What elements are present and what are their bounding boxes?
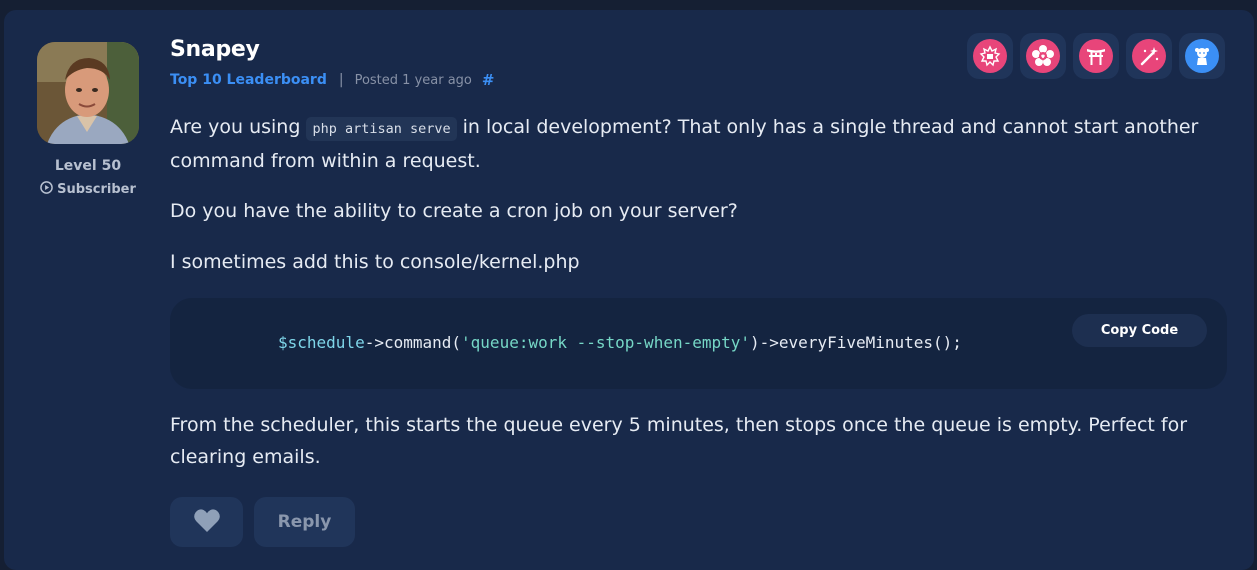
- posted-time: Posted 1 year ago: [354, 72, 472, 88]
- copy-code-button[interactable]: Copy Code: [1072, 314, 1207, 347]
- code-string: 'queue:work --stop-when-empty': [461, 333, 751, 352]
- badge-character[interactable]: [1179, 33, 1225, 79]
- inline-code: php artisan serve: [306, 117, 457, 141]
- flower-badge-icon: [1026, 39, 1060, 73]
- like-button[interactable]: [170, 497, 243, 547]
- achievement-badges: [967, 33, 1225, 79]
- code-chain: )->everyFiveMinutes();: [750, 333, 962, 352]
- code-block: $schedule->command('queue:work --stop-wh…: [170, 298, 1227, 389]
- subscriber-badge: Subscriber: [28, 181, 148, 198]
- subscriber-label: Subscriber: [57, 182, 136, 197]
- character-badge-icon: [1185, 39, 1219, 73]
- emblem-badge-icon: [973, 39, 1007, 73]
- paragraph-2: Do you have the ability to create a cron…: [170, 200, 738, 222]
- paragraph-1: Are you using php artisan serve in local…: [170, 111, 1215, 177]
- magic-wand-badge-icon: [1132, 39, 1166, 73]
- post-meta: Top 10 Leaderboard | Posted 1 year ago #: [170, 71, 494, 89]
- badge-flower[interactable]: [1020, 33, 1066, 79]
- torii-gate-badge-icon: [1079, 39, 1113, 73]
- heart-icon: [193, 508, 221, 537]
- avatar[interactable]: [37, 42, 139, 144]
- reply-button[interactable]: Reply: [254, 497, 355, 547]
- badge-wand[interactable]: [1126, 33, 1172, 79]
- user-level: Level 50: [54, 158, 122, 174]
- code-line: $schedule->command('queue:work --stop-wh…: [278, 333, 962, 352]
- avatar-photo: [37, 42, 139, 144]
- p1-text-before: Are you using: [170, 116, 307, 138]
- reply-card: Level 50 Subscriber Snapey Top 10 Leader…: [4, 10, 1254, 570]
- code-method: ->command(: [364, 333, 462, 352]
- badge-torii[interactable]: [1073, 33, 1119, 79]
- author-name[interactable]: Snapey: [170, 37, 260, 62]
- badge-emblem[interactable]: [967, 33, 1013, 79]
- code-variable: $schedule: [278, 333, 365, 352]
- paragraph-3: I sometimes add this to console/kernel.p…: [170, 251, 580, 273]
- meta-separator: |: [338, 72, 344, 88]
- permalink-anchor[interactable]: #: [482, 71, 495, 89]
- play-circle-icon: [40, 181, 53, 198]
- leaderboard-link[interactable]: Top 10 Leaderboard: [170, 72, 327, 88]
- paragraph-4: From the scheduler, this starts the queu…: [170, 414, 1188, 468]
